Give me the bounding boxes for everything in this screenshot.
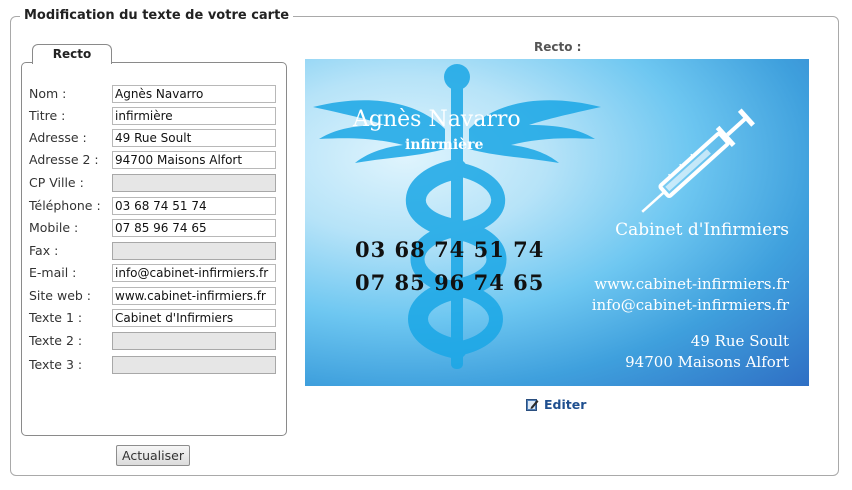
adresse-input[interactable] [112, 129, 276, 147]
site-web-input[interactable] [112, 287, 276, 305]
edit-link[interactable]: Editer [526, 397, 586, 412]
mobile-input[interactable] [112, 219, 276, 237]
field-label: Texte 1 : [29, 310, 83, 325]
card-job-title: infirmière [405, 137, 484, 153]
cp-ville-input[interactable] [112, 174, 276, 192]
field-label: E-mail : [29, 265, 77, 280]
telephone-input[interactable] [112, 197, 276, 215]
card-website: www.cabinet-infirmiers.fr [594, 275, 789, 293]
card-address: 49 Rue Soult [690, 332, 789, 350]
edit-icon [526, 398, 539, 411]
business-card-preview: Agnès Navarro infirmière 03 68 74 51 74 … [305, 59, 809, 386]
nom-input[interactable] [112, 85, 276, 103]
syringe-icon [641, 108, 755, 213]
edit-label: Editer [544, 397, 587, 412]
card-city: 94700 Maisons Alfort [625, 353, 789, 371]
email-input[interactable] [112, 264, 276, 282]
card-email: info@cabinet-infirmiers.fr [591, 296, 789, 314]
field-label: Site web : [29, 288, 92, 303]
preview-title: Recto : [534, 40, 582, 54]
tab-recto[interactable]: Recto [32, 44, 112, 64]
actualiser-button[interactable]: Actualiser [116, 445, 190, 466]
texte-3-input[interactable] [112, 356, 276, 374]
field-label: Adresse 2 : [29, 152, 99, 167]
texte-1-input[interactable] [112, 309, 276, 327]
card-name: Agnès Navarro [353, 107, 521, 132]
titre-input[interactable] [112, 107, 276, 125]
field-label: CP Ville : [29, 175, 84, 190]
fax-input[interactable] [112, 242, 276, 260]
field-label: Nom : [29, 86, 67, 101]
field-label: Mobile : [29, 220, 79, 235]
adresse-2-input[interactable] [112, 151, 276, 169]
fieldset-legend: Modification du texte de votre carte [20, 8, 294, 24]
field-label: Téléphone : [29, 198, 101, 213]
field-label: Fax : [29, 243, 59, 258]
card-mobile: 07 85 96 74 65 [355, 270, 545, 295]
card-phone: 03 68 74 51 74 [355, 237, 545, 262]
field-label: Titre : [29, 108, 66, 123]
card-cabinet: Cabinet d'Infirmiers [615, 220, 789, 240]
field-label: Texte 3 : [29, 357, 83, 372]
field-label: Adresse : [29, 130, 87, 145]
texte-2-input[interactable] [112, 332, 276, 350]
form-panel: Nom : Titre : Adresse : Adresse 2 : CP V… [21, 62, 287, 436]
field-label: Texte 2 : [29, 333, 83, 348]
